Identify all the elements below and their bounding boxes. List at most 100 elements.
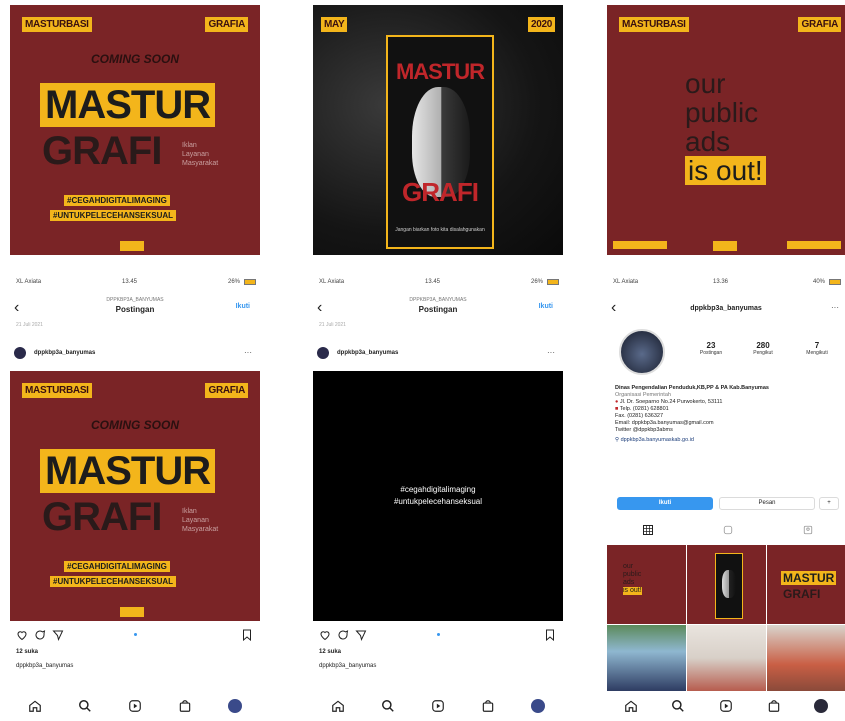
grid-post-movie[interactable] (687, 545, 766, 624)
caption-username[interactable]: dppkbp3a_banyumas (16, 663, 73, 669)
status-bar: XL Axiata 13.45 26% (10, 275, 260, 291)
post-image-black[interactable]: #cegahdigitalimaging #untukpelecehanseks… (313, 371, 563, 621)
time-text: 13.45 (425, 279, 441, 285)
suggest-button[interactable]: + (819, 497, 839, 510)
bio-name: Dinas Pengendalian Penduduk,KB,PP & PA K… (615, 385, 769, 391)
caption-username[interactable]: dppkbp3a_banyumas (319, 663, 376, 669)
poster-hashtag-1: #CEGAHDIGITALIMAGING (64, 561, 170, 572)
grid-post-photo-2[interactable] (687, 625, 766, 691)
stat-followers[interactable]: 280 Pengikut (743, 341, 783, 356)
shop-icon[interactable] (178, 699, 192, 713)
poster-title-grafi: GRAFI (402, 177, 479, 207)
account-small-label: DPPKBP3A_BANYUMAS (409, 297, 467, 303)
stat-posts[interactable]: 23 Postingan (691, 341, 731, 356)
home-icon[interactable] (624, 699, 638, 713)
page-title: Postingan (418, 305, 458, 314)
heart-icon[interactable] (16, 629, 28, 641)
grid-mastur-text: MASTUR (781, 571, 837, 585)
follow-link[interactable]: Ikuti (236, 303, 250, 310)
reels-icon[interactable] (128, 699, 142, 713)
search-icon[interactable] (381, 699, 395, 713)
date-label: 21 Juli 2021 (16, 322, 43, 328)
carousel-dot (134, 633, 137, 636)
bottom-nav (10, 691, 260, 721)
bookmark-icon[interactable] (545, 629, 555, 641)
search-icon[interactable] (78, 699, 92, 713)
status-bar: XL Axiata 13.36 40% (607, 275, 845, 291)
message-button[interactable]: Pesan (719, 497, 815, 510)
link-icon: ⚲ (615, 437, 620, 443)
likes-count[interactable]: 12 suka (319, 649, 341, 655)
home-icon[interactable] (331, 699, 345, 713)
post-avatar[interactable] (14, 347, 26, 359)
reels-icon[interactable] (431, 699, 445, 713)
bookmark-icon[interactable] (242, 629, 252, 641)
share-icon[interactable] (52, 629, 64, 641)
poster-title-mastur: MASTUR (395, 59, 485, 84)
bio-category: Organisasi Pemerintah (615, 392, 671, 398)
profile-icon[interactable] (228, 699, 242, 713)
grid-ads-text: our public ads is out! (623, 563, 642, 595)
poster-tag-right: GRAFIA (205, 17, 248, 32)
poster-hashtag-2: #UNTUKPELECEHANSEKSUAL (50, 576, 177, 587)
search-icon[interactable] (671, 699, 685, 713)
poster-footer-right (787, 241, 841, 249)
post-username[interactable]: dppkbp3a_banyumas (34, 350, 95, 356)
time-text: 13.45 (122, 279, 138, 285)
poster-title-mastur: MASTUR (40, 449, 216, 493)
bottom-nav (313, 691, 563, 721)
grid-post-photo-3[interactable] (767, 625, 845, 691)
post-actions (317, 627, 559, 643)
follow-link[interactable]: Ikuti (539, 303, 553, 310)
grid-post-mastur[interactable]: MASTUR GRAFI (767, 545, 845, 624)
poster-public-ads: MASTURBASI GRAFIA our public ads is out! (607, 5, 845, 255)
post-actions (14, 627, 256, 643)
home-icon[interactable] (28, 699, 42, 713)
reels-icon[interactable] (723, 525, 733, 535)
poster-logo (713, 241, 737, 251)
reels-icon[interactable] (719, 699, 733, 713)
profile-icon[interactable] (814, 699, 829, 713)
bio-twitter: Twitter @dppkbp3abms (615, 427, 673, 433)
poster-movie: MAY 2020 MASTUR GRAFI Jangan biarkan fot… (313, 5, 563, 255)
bio-link[interactable]: ⚲ dppkbp3a.banyumaskab.go.id (615, 437, 839, 444)
post-image[interactable]: MASTURBASI GRAFIA COMING SOON MASTUR GRA… (10, 371, 260, 621)
more-options-icon[interactable]: ··· (547, 348, 555, 357)
poster-footer-left (613, 241, 667, 249)
heart-icon[interactable] (319, 629, 331, 641)
carrier-text: XL Axiata (16, 279, 42, 285)
grid-post-ads[interactable]: our public ads is out! (607, 545, 686, 624)
poster-coming-soon: MASTURBASI GRAFIA COMING SOON MASTUR GRA… (10, 5, 260, 255)
follow-button[interactable]: Ikuti (617, 497, 713, 510)
share-icon[interactable] (355, 629, 367, 641)
profile-avatar[interactable] (619, 329, 665, 375)
battery-text: 26% (530, 279, 543, 285)
poster-tag-right: GRAFIA (798, 17, 841, 32)
carousel-dot (437, 633, 440, 636)
profile-icon[interactable] (531, 699, 545, 713)
poster-subtitle: Iklan Layanan Masyarakat (182, 508, 219, 533)
coming-soon-text: COMING SOON (90, 52, 179, 66)
bottom-nav (607, 691, 845, 721)
post-username[interactable]: dppkbp3a_banyumas (337, 350, 398, 356)
battery-icon (547, 279, 559, 285)
comment-icon[interactable] (34, 629, 46, 641)
tagged-icon[interactable] (803, 525, 813, 535)
more-options-icon[interactable]: ··· (244, 348, 252, 357)
shop-icon[interactable] (767, 699, 781, 713)
shop-icon[interactable] (481, 699, 495, 713)
poster-tag-right: GRAFIA (205, 383, 248, 398)
poster-tag-left: MAY (321, 17, 348, 32)
comment-icon[interactable] (337, 629, 349, 641)
likes-count[interactable]: 12 suka (16, 649, 38, 655)
post-avatar[interactable] (317, 347, 329, 359)
grid-post-photo-1[interactable] (607, 625, 686, 691)
date-label: 21 Juli 2021 (319, 322, 346, 328)
poster-tag-left: MASTURBASI (619, 17, 689, 32)
following-count: 7 (814, 341, 820, 350)
grid-icon[interactable] (643, 525, 653, 535)
carrier-text: XL Axiata (319, 279, 345, 285)
bio-fax: Fax. (0281) 636327 (615, 413, 664, 419)
more-options-icon[interactable]: ··· (831, 303, 839, 312)
stat-following[interactable]: 7 Mengikuti (797, 341, 837, 356)
